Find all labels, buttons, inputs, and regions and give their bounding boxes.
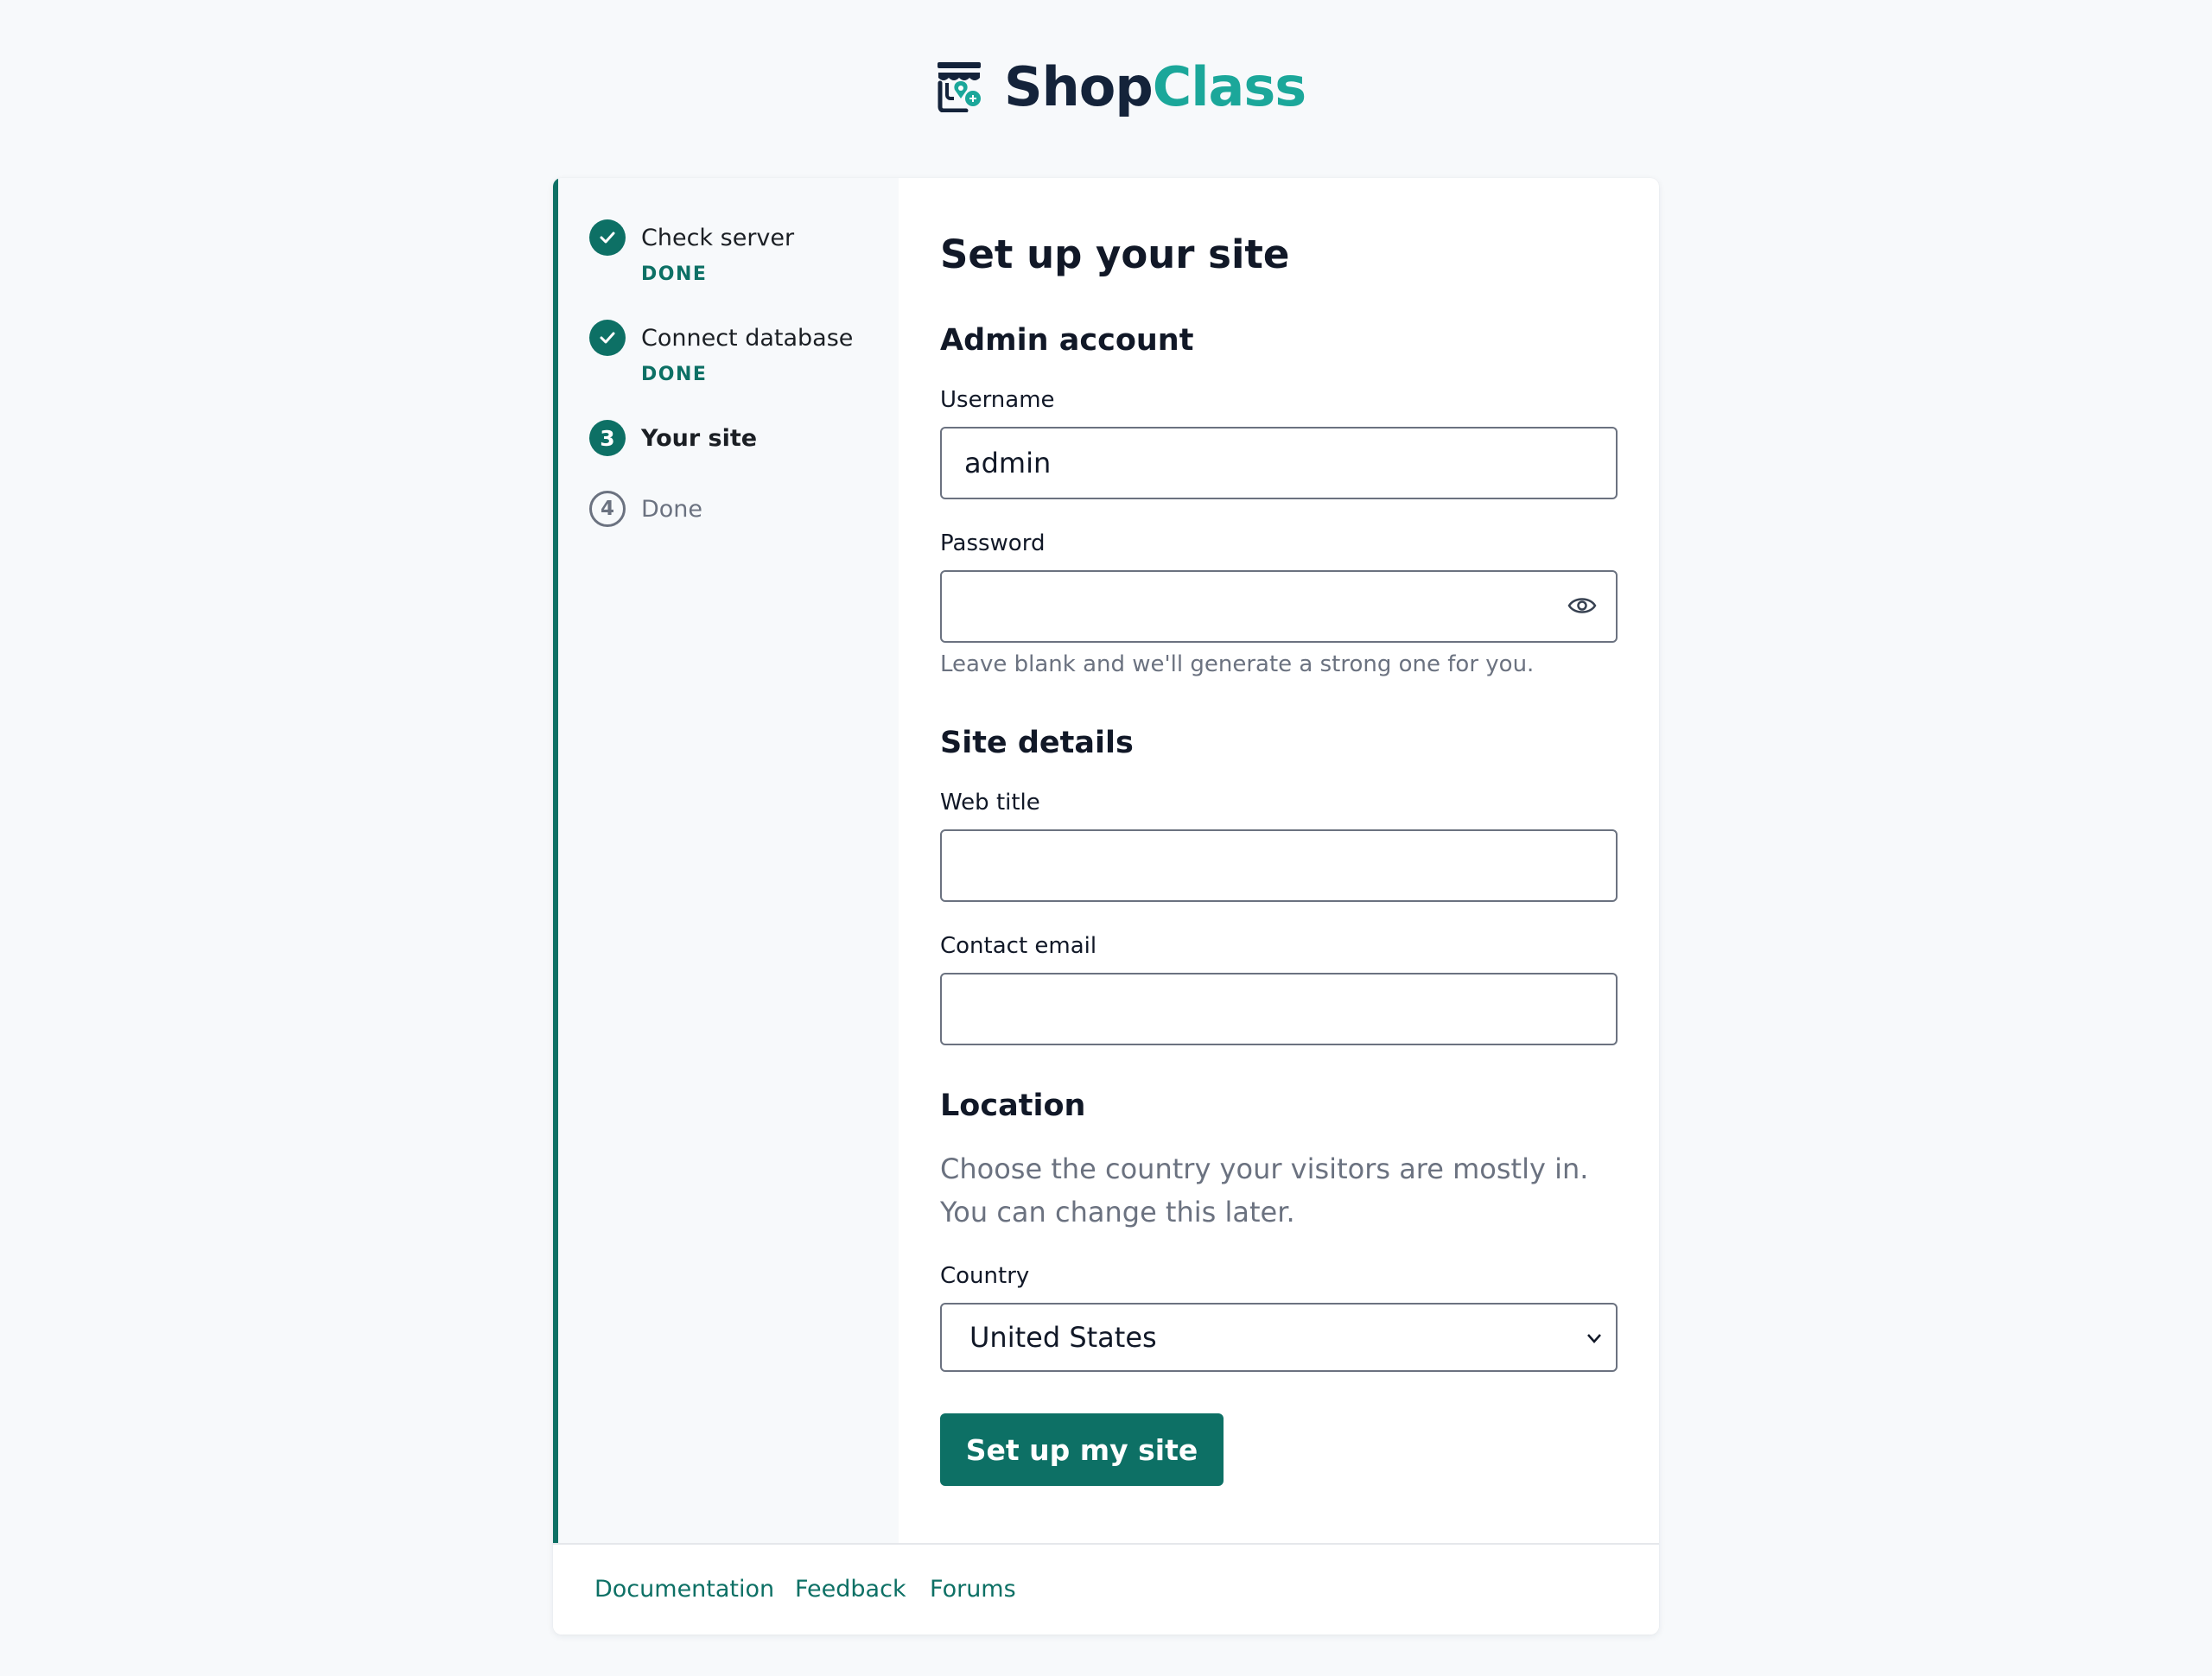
password-field [940,570,1618,643]
step-label: Check server [641,225,795,251]
brand-name: ShopClass [1004,60,1306,114]
country-selected-value: United States [969,1321,1157,1354]
step-your-site: 3 Your site [589,420,757,456]
step-label: Done [641,496,703,523]
contact-email-label: Contact email [940,933,1097,959]
eye-icon[interactable] [1567,593,1597,619]
web-title-input[interactable] [940,829,1618,902]
username-input[interactable] [940,427,1618,499]
password-input[interactable] [940,570,1618,643]
step-label: Your site [641,425,758,452]
web-title-label: Web title [940,790,1040,816]
location-heading: Location [940,1089,1086,1123]
password-label: Password [940,530,1046,556]
brand-name-class: Class [1152,55,1306,118]
steps-sidebar: Check server DONE Connect database DONE … [553,178,899,1543]
step-connect-database: Connect database DONE [589,320,853,385]
check-icon [589,219,626,256]
brand-logo: ShopClass [935,60,1306,114]
site-details-heading: Site details [940,726,1134,760]
forums-link[interactable]: Forums [930,1576,1016,1603]
chevron-down-icon [1587,1334,1601,1343]
setup-site-button[interactable]: Set up my site [940,1413,1224,1486]
check-icon [589,320,626,356]
setup-card: Check server DONE Connect database DONE … [553,178,1659,1635]
step-status: DONE [641,263,708,285]
admin-account-heading: Admin account [940,323,1194,358]
step-label: Connect database [641,325,854,352]
step-number-badge: 3 [589,420,626,456]
country-label: Country [940,1263,1030,1289]
footer: Documentation Feedback Forums [553,1543,1659,1635]
step-status: DONE [641,363,708,385]
step-done: 4 Done [589,491,702,527]
page-title: Set up your site [940,232,1290,277]
documentation-link[interactable]: Documentation [594,1576,774,1603]
contact-email-input[interactable] [940,973,1618,1045]
username-label: Username [940,387,1055,413]
brand-name-shop: Shop [1004,55,1154,118]
country-select[interactable]: United States [940,1303,1618,1372]
step-check-server: Check server DONE [589,219,794,285]
feedback-link[interactable]: Feedback [795,1576,906,1603]
step-number-badge: 4 [589,491,626,527]
location-help-text: Choose the country your visitors are mos… [940,1152,1589,1228]
shopclass-logo-icon [938,62,981,112]
password-hint: Leave blank and we'll generate a strong … [940,651,1535,677]
